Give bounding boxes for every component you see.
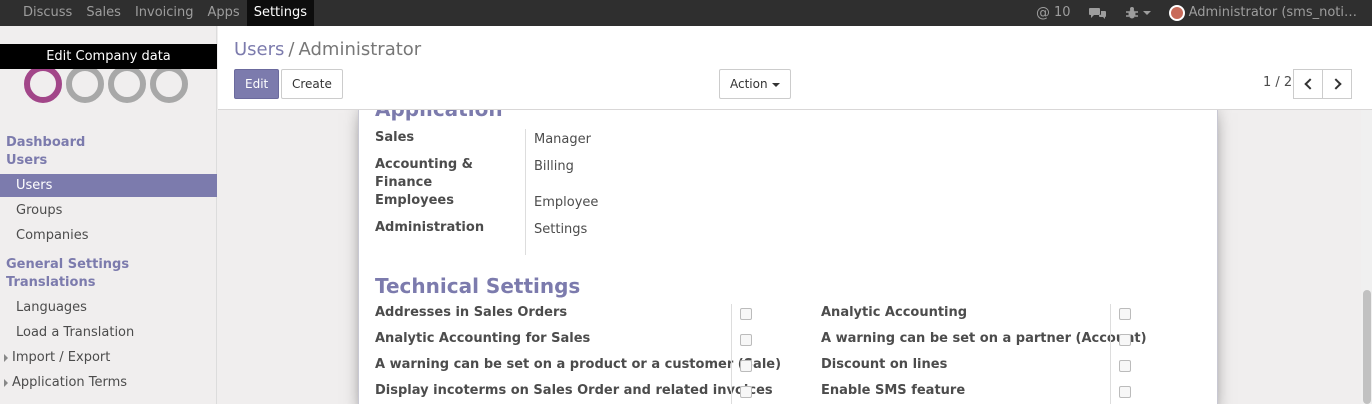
tech-checkbox[interactable] bbox=[1119, 386, 1131, 398]
company-logo[interactable] bbox=[24, 67, 192, 107]
technical-settings-heading: Technical Settings bbox=[375, 274, 581, 298]
tech-label: Display incoterms on Sales Order and rel… bbox=[375, 383, 773, 398]
pager-previous-button[interactable] bbox=[1293, 69, 1323, 99]
breadcrumb: Users / Administrator bbox=[234, 39, 421, 60]
form-sheet: Application Sales Manager Accounting & F… bbox=[358, 110, 1218, 404]
app-value-employees[interactable]: Employee bbox=[534, 195, 598, 210]
sidebar-section-general-settings[interactable]: General Settings bbox=[6, 257, 129, 272]
sidebar-item-groups[interactable]: Groups bbox=[0, 199, 217, 222]
sidebar-item-languages[interactable]: Languages bbox=[0, 296, 217, 319]
app-label-employees: Employees bbox=[375, 193, 454, 208]
tech-label: A warning can be set on a product or a c… bbox=[375, 357, 782, 372]
tech-checkbox[interactable] bbox=[740, 360, 752, 372]
app-value-sales[interactable]: Manager bbox=[534, 132, 591, 147]
form-view: Application Sales Manager Accounting & F… bbox=[218, 110, 1361, 404]
menu-sales[interactable]: Sales bbox=[79, 0, 128, 26]
top-navbar: Discuss Sales Invoicing Apps Settings @ … bbox=[0, 0, 1372, 26]
field-divider bbox=[525, 129, 526, 255]
app-value-administration[interactable]: Settings bbox=[534, 222, 587, 237]
menu-discuss[interactable]: Discuss bbox=[16, 0, 79, 26]
app-menu: Discuss Sales Invoicing Apps Settings bbox=[16, 0, 315, 26]
sidebar-item-users[interactable]: Users bbox=[0, 174, 217, 197]
chevron-left-icon bbox=[1303, 78, 1316, 90]
control-panel: Users / Administrator Edit Create Action 1… bbox=[218, 26, 1372, 110]
field-divider bbox=[731, 304, 732, 404]
field-divider bbox=[1110, 304, 1111, 404]
chevron-down-icon bbox=[1142, 11, 1151, 15]
user-menu[interactable]: Administrator (sms_noti… bbox=[1160, 0, 1366, 26]
tech-label: Addresses in Sales Orders bbox=[375, 305, 568, 320]
user-name: Administrator (sms_noti… bbox=[1188, 5, 1357, 20]
menu-apps[interactable]: Apps bbox=[201, 0, 247, 26]
menu-invoicing[interactable]: Invoicing bbox=[128, 0, 201, 26]
debug-menu-button[interactable] bbox=[1116, 6, 1160, 20]
sidebar-section-dashboard[interactable]: Dashboard bbox=[6, 135, 85, 150]
sidebar-item-load-translation[interactable]: Load a Translation bbox=[0, 321, 217, 344]
tooltip-edit-company: Edit Company data bbox=[0, 44, 217, 69]
scrollbar[interactable] bbox=[1361, 110, 1372, 404]
tech-checkbox[interactable] bbox=[740, 334, 752, 346]
app-label-sales: Sales bbox=[375, 130, 415, 145]
create-button[interactable]: Create bbox=[281, 69, 343, 99]
bug-icon bbox=[1125, 7, 1138, 19]
chat-bubbles-icon bbox=[1088, 8, 1106, 19]
tech-label: Analytic Accounting bbox=[821, 305, 968, 320]
mentions-count: 10 bbox=[1054, 5, 1071, 20]
application-heading: Application bbox=[375, 110, 503, 121]
sidebar-item-import-export[interactable]: Import / Export bbox=[0, 346, 217, 369]
breadcrumb-separator: / bbox=[288, 39, 295, 60]
sidebar-section-translations[interactable]: Translations bbox=[6, 275, 95, 290]
pager-value[interactable]: 1 / 2 bbox=[1263, 75, 1292, 90]
tech-checkbox[interactable] bbox=[740, 308, 752, 320]
edit-button[interactable]: Edit bbox=[234, 69, 280, 99]
tech-label: Analytic Accounting for Sales bbox=[375, 331, 591, 346]
app-label-accounting: Accounting & Finance bbox=[375, 157, 474, 190]
at-icon: @ bbox=[1036, 5, 1051, 21]
sidebar-item-application-terms[interactable]: Application Terms bbox=[0, 371, 217, 394]
chevron-down-icon bbox=[771, 83, 780, 87]
sidebar-section-users[interactable]: Users bbox=[6, 153, 47, 168]
app-value-accounting[interactable]: Billing bbox=[534, 159, 574, 174]
app-label-administration: Administration bbox=[375, 220, 485, 235]
tech-checkbox[interactable] bbox=[1119, 334, 1131, 346]
tech-label: Discount on lines bbox=[821, 357, 948, 372]
chevron-right-icon bbox=[1329, 78, 1342, 90]
action-label: Action bbox=[730, 77, 768, 91]
sidebar-item-companies[interactable]: Companies bbox=[0, 224, 217, 247]
tech-checkbox[interactable] bbox=[740, 386, 752, 398]
messaging-button[interactable] bbox=[1080, 6, 1116, 20]
mentions-button[interactable]: @ 10 bbox=[1027, 0, 1080, 26]
menu-settings[interactable]: Settings bbox=[246, 0, 315, 26]
systray: @ 10 Administrator (sms_noti… bbox=[1027, 0, 1366, 26]
tech-checkbox[interactable] bbox=[1119, 360, 1131, 372]
tech-label: Enable SMS feature bbox=[821, 383, 966, 398]
sidebar: Edit Company data Dashboard Users Users … bbox=[0, 26, 217, 404]
action-dropdown[interactable]: Action bbox=[719, 69, 791, 99]
scrollbar-thumb[interactable] bbox=[1363, 290, 1371, 404]
avatar bbox=[1168, 5, 1185, 21]
tech-checkbox[interactable] bbox=[1119, 308, 1131, 320]
pager-next-button[interactable] bbox=[1322, 69, 1352, 99]
breadcrumb-current: Administrator bbox=[298, 39, 422, 60]
breadcrumb-users-link[interactable]: Users bbox=[234, 39, 284, 60]
tech-label: A warning can be set on a partner (Accou… bbox=[821, 331, 1147, 346]
